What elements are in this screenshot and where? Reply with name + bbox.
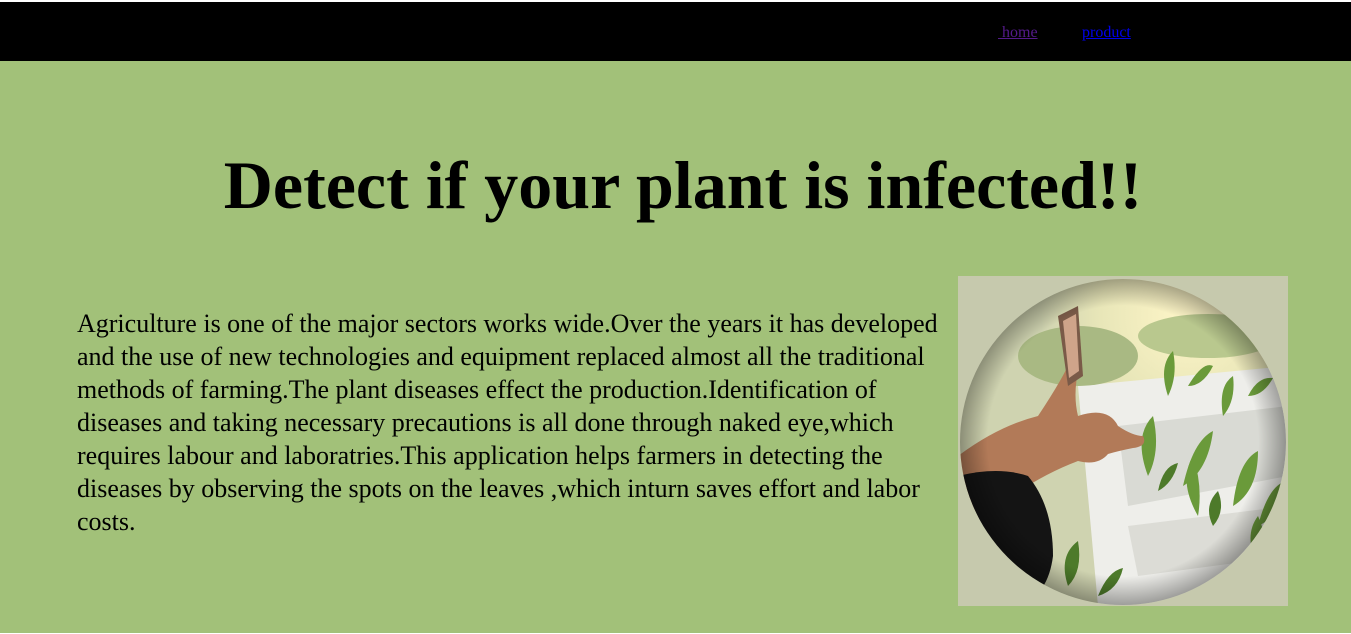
plant-photo (958, 276, 1288, 606)
hero-section: Detect if your plant is infected!! Agric… (0, 61, 1351, 633)
nav-link-product[interactable]: product (1082, 24, 1131, 42)
page-title: Detect if your plant is infected!! (223, 147, 1143, 223)
intro-paragraph: Agriculture is one of the major sectors … (77, 309, 938, 536)
plant-photo-image (958, 276, 1288, 606)
top-navbar: home product (0, 2, 1351, 61)
nav-link-home[interactable]: home (998, 24, 1038, 42)
